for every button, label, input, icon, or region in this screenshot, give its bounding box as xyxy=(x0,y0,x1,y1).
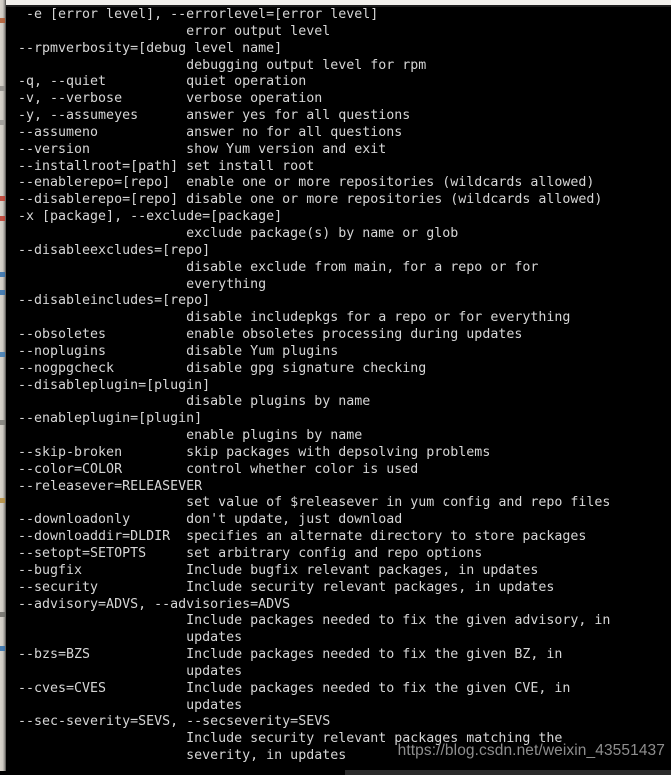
terminal-line: -v, --verbose verbose operation xyxy=(18,91,323,107)
terminal-line: --sec-severity=SEVS, --secseverity=SEVS xyxy=(18,714,331,730)
terminal-line: --rpmverbosity=[debug level name] xyxy=(18,40,283,56)
desktop-icon-speck xyxy=(0,612,5,617)
terminal-line: --disablerepo=[repo] disable one or more… xyxy=(18,192,603,208)
desktop-icon-speck xyxy=(0,420,5,425)
desktop-icon-speck xyxy=(0,120,5,125)
desktop-icon-speck xyxy=(0,216,5,221)
terminal-line: --nogpgcheck disable gpg signature check… xyxy=(18,360,427,376)
terminal-output[interactable]: -e [error level], --errorlevel=[error le… xyxy=(6,7,671,775)
terminal-line: --security Include security relevant pac… xyxy=(18,579,555,595)
terminal-line: severity, in updates xyxy=(18,748,347,764)
window-bottom-edge-left xyxy=(0,771,345,775)
desktop-icon-speck xyxy=(0,352,5,357)
terminal-line: --color=COLOR control whether color is u… xyxy=(18,461,419,477)
desktop-icon-speck xyxy=(0,498,5,503)
terminal-line: -y, --assumeyes answer yes for all quest… xyxy=(18,108,411,124)
terminal-line: --disableincludes=[repo] xyxy=(18,293,211,309)
terminal-line: -q, --quiet quiet operation xyxy=(18,74,307,90)
terminal-line: -e [error level], --errorlevel=[error le… xyxy=(18,7,379,22)
terminal-line: Include security relevant packages match… xyxy=(18,731,563,747)
terminal-line: updates xyxy=(18,663,243,679)
terminal-line: --version show Yum version and exit xyxy=(18,141,387,157)
window-bottom-edge xyxy=(345,770,671,775)
terminal-line: --downloadonly don't update, just downlo… xyxy=(18,512,403,528)
terminal-line: --assumeno answer no for all questions xyxy=(18,124,403,140)
terminal-line: disable includepkgs for a repo or for ev… xyxy=(18,310,571,326)
terminal-line: --setopt=SETOPTS set arbitrary config an… xyxy=(18,546,483,561)
terminal-line: --enableplugin=[plugin] xyxy=(18,411,203,427)
terminal-line: --disableexcludes=[repo] xyxy=(18,242,211,258)
terminal-line: --cves=CVES Include packages needed to f… xyxy=(18,680,571,696)
terminal-window: -e [error level], --errorlevel=[error le… xyxy=(0,0,671,775)
terminal-line: set value of $releasever in yum config a… xyxy=(18,495,611,511)
terminal-line: disable plugins by name xyxy=(18,394,371,410)
terminal-line: --obsoletes enable obsoletes processing … xyxy=(18,327,523,343)
terminal-line: everything xyxy=(18,276,267,292)
terminal-line: updates xyxy=(18,630,243,646)
terminal-line: --bzs=BZS Include packages needed to fix… xyxy=(18,647,563,663)
terminal-line: Include packages needed to fix the given… xyxy=(18,613,611,629)
terminal-line: --skip-broken skip packages with depsolv… xyxy=(18,444,491,460)
desktop-icon-speck xyxy=(0,646,5,651)
terminal-line: -x [package], --exclude=[package] xyxy=(18,209,283,225)
terminal-line: --installroot=[path] set install root xyxy=(18,158,315,174)
terminal-line: exclude package(s) by name or glob xyxy=(18,225,459,241)
terminal-line: updates xyxy=(18,697,243,713)
terminal-line: enable plugins by name xyxy=(18,428,363,444)
terminal-line: error output level xyxy=(18,23,331,39)
terminal-line: --bugfix Include bugfix relevant package… xyxy=(18,562,539,578)
terminal-line: --disableplugin=[plugin] xyxy=(18,377,211,393)
desktop-icon-speck xyxy=(0,86,5,91)
desktop-icon-speck xyxy=(0,290,5,295)
desktop-icon-speck xyxy=(0,196,5,201)
desktop-icon-speck xyxy=(0,18,5,23)
desktop-icon-speck xyxy=(0,272,5,277)
terminal-line: --advisory=ADVS, --advisories=ADVS xyxy=(18,596,291,612)
terminal-line: debugging output level for rpm xyxy=(18,57,427,73)
terminal-line: --enablerepo=[repo] enable one or more r… xyxy=(18,175,595,191)
terminal-line: --downloaddir=DLDIR specifies an alterna… xyxy=(18,529,587,545)
terminal-line: --noplugins disable Yum plugins xyxy=(18,343,339,359)
terminal-line: --releasever=RELEASEVER xyxy=(18,478,203,494)
terminal-line: disable exclude from main, for a repo or… xyxy=(18,259,539,275)
